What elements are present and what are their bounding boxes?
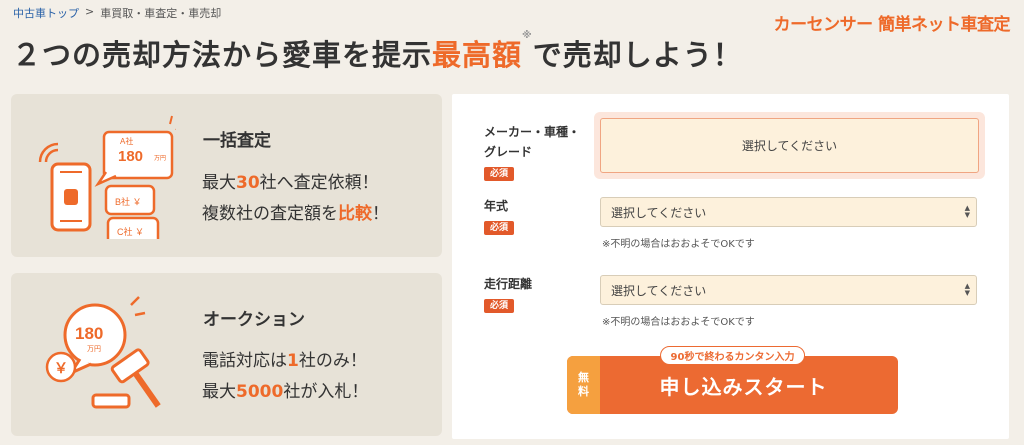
- headline-pre: ２つの売却方法から愛車を提示: [12, 38, 433, 72]
- bulk-appraisal-title: 一括査定: [203, 131, 271, 151]
- appraisal-form: メーカー・車種・ グレード 必須 選択してください 年式 必須 選択してください…: [452, 94, 1009, 439]
- year-select-value: 選択してください: [611, 205, 707, 220]
- mileage-field-label: 走行距離 必須: [484, 277, 533, 313]
- year-field-label: 年式 必須: [484, 196, 515, 236]
- required-badge: 必須: [484, 167, 515, 181]
- auction-title: オークション: [203, 310, 305, 330]
- breadcrumb-home-link[interactable]: 中古車トップ: [13, 5, 79, 21]
- auction-line1: 電話対応は1社のみ！: [202, 351, 367, 371]
- headline-footnote-mark: ※: [522, 30, 533, 41]
- breadcrumb-current: 車買取・車査定・車売却: [100, 7, 222, 20]
- auction-yen: ￥: [54, 360, 68, 376]
- auction-card: 180 万円 ￥ オークション 電話対応は1社のみ！ 最大5000社が入札！: [11, 273, 442, 436]
- updown-arrow-icon: ▲ ▼: [964, 282, 970, 297]
- maker-select[interactable]: 選択してください: [600, 118, 979, 173]
- bubble-a-unit: 万円: [154, 155, 166, 162]
- page-title: ２つの売却方法から愛車を提示最高額※で売却しよう！: [12, 30, 743, 74]
- start-application-button[interactable]: 無 料 90秒で終わるカンタン入力 申し込みスタート: [567, 346, 898, 414]
- breadcrumb: 中古車トップ > 車買取・車査定・車売却: [13, 5, 221, 21]
- required-badge: 必須: [484, 221, 515, 235]
- mileage-select-value: 選択してください: [611, 283, 707, 298]
- free-badge: 無 料: [567, 356, 600, 414]
- breadcrumb-separator: >: [85, 5, 95, 18]
- maker-field-label: メーカー・車種・ グレード 必須: [484, 125, 581, 181]
- maker-select-wrapper: 選択してください: [594, 112, 985, 179]
- mileage-note: ※不明の場合はおおよそでOKです: [602, 317, 755, 328]
- bubble-a-company: A社: [120, 136, 133, 146]
- year-note: ※不明の場合はおおよそでOKです: [602, 239, 755, 250]
- auction-unit: 万円: [87, 345, 101, 353]
- updown-arrow-icon: ▲ ▼: [964, 204, 970, 219]
- phone-quotes-icon: A社 180 万円 B社 ￥ C社 ￥: [38, 115, 176, 239]
- year-select[interactable]: 選択してください ▲ ▼: [600, 197, 977, 227]
- bubble-c-label: C社 ￥: [117, 226, 144, 237]
- brand-logo[interactable]: カーセンサー 簡単ネット車査定: [774, 10, 1011, 35]
- bulk-appraisal-line2: 複数社の査定額を比較！: [202, 204, 389, 224]
- bulk-appraisal-line1: 最大30社へ査定依頼！: [202, 173, 379, 193]
- bulk-appraisal-card: A社 180 万円 B社 ￥ C社 ￥ 一括査定 最大30社へ査定依頼！ 複数社…: [11, 94, 442, 257]
- required-badge: 必須: [484, 299, 515, 313]
- auction-gavel-icon: 180 万円 ￥: [45, 296, 161, 409]
- bubble-a-amount: 180: [118, 148, 143, 165]
- start-button-label: 申し込みスタート: [659, 374, 828, 399]
- bubble-b-label: B社 ￥: [115, 196, 142, 207]
- mileage-select[interactable]: 選択してください ▲ ▼: [600, 275, 977, 305]
- headline-highlight: 最高額: [432, 38, 523, 72]
- auction-amount: 180: [75, 324, 103, 343]
- quick-input-tag: 90秒で終わるカンタン入力: [659, 346, 806, 365]
- auction-line2: 最大5000社が入札！: [202, 382, 369, 402]
- headline-post: で売却しよう！: [532, 38, 743, 72]
